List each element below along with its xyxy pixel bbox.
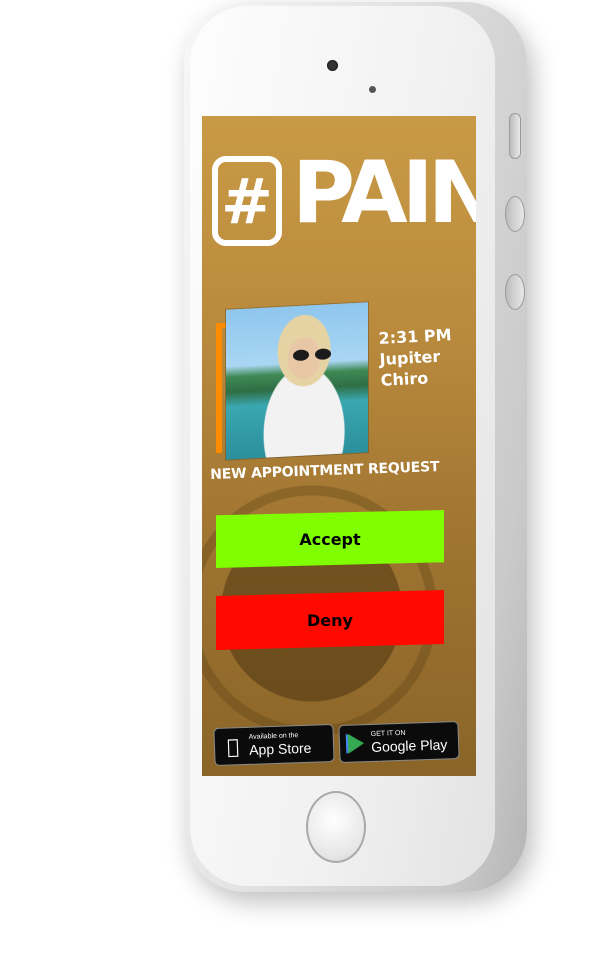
app-store-badge[interactable]:  Available on the App Store <box>213 723 335 767</box>
logo-hash-symbol: # <box>221 164 273 238</box>
accept-button[interactable]: Accept <box>216 510 444 568</box>
proximity-sensor <box>369 86 376 93</box>
logo-wordmark: PAIN <box>292 143 476 243</box>
deny-button[interactable]: Deny <box>216 590 444 650</box>
google-play-label: Google Play <box>370 736 448 755</box>
home-button[interactable] <box>306 791 366 863</box>
request-title: NEW APPOINTMENT REQUEST <box>210 459 440 483</box>
google-play-icon <box>347 733 365 754</box>
appointment-time: 2:31 PM <box>378 325 452 348</box>
app-screen: # PAIN 2:31 PM Jupiter Chiro NEW APPOINT… <box>202 116 476 776</box>
appointment-details: 2:31 PM Jupiter Chiro <box>378 324 454 391</box>
apple-icon:  <box>220 734 247 759</box>
appointment-location-line2: Chiro <box>380 368 429 390</box>
app-store-label: App Store <box>248 739 312 758</box>
volume-down-button <box>505 274 525 310</box>
app-logo: # PAIN <box>212 150 476 266</box>
volume-up-button <box>505 196 525 232</box>
patient-photo <box>226 302 368 460</box>
device-mockup: # PAIN 2:31 PM Jupiter Chiro NEW APPOINT… <box>0 0 601 959</box>
google-play-badge[interactable]: GET IT ON Google Play <box>338 720 460 764</box>
logo-hash-box: # <box>212 156 282 246</box>
mute-switch <box>509 113 521 159</box>
front-camera <box>327 60 338 71</box>
sunglasses-graphic <box>293 348 333 362</box>
